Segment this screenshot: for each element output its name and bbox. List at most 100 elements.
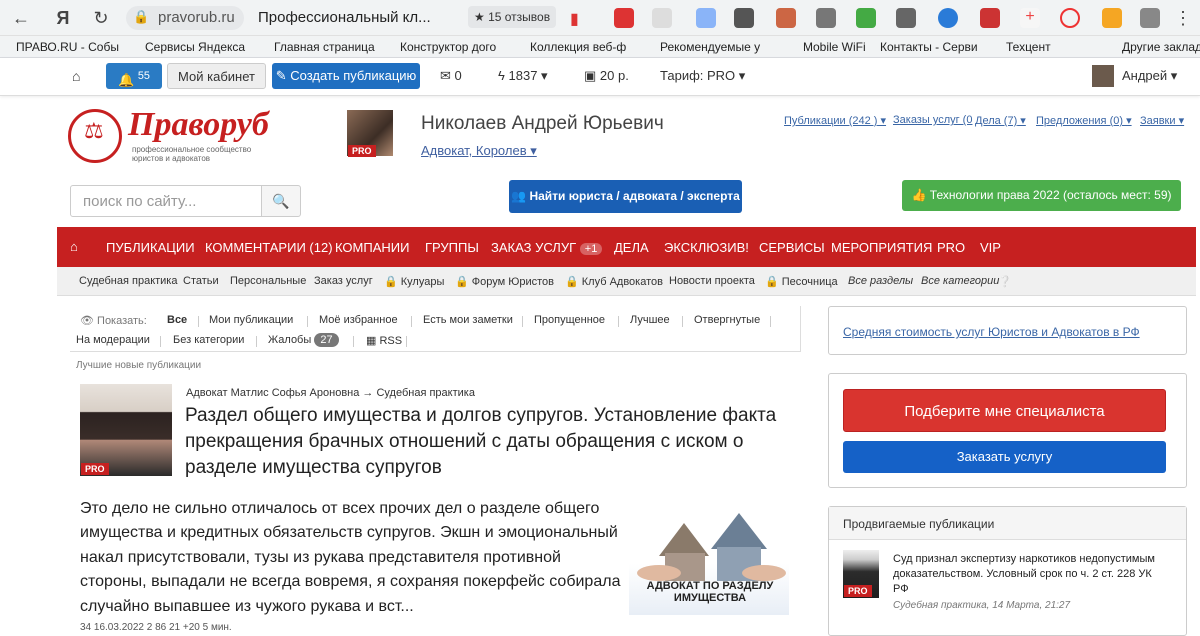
menu-item[interactable]: КОМПАНИИ [335,240,409,255]
balance-link[interactable]: ▣ 20 р. [584,63,629,89]
avatar[interactable] [1092,65,1114,87]
back-icon[interactable]: ← [10,7,32,29]
filter-item[interactable]: Пропущенное [534,314,605,326]
tech-conference-button[interactable]: 👍 Технологии права 2022 (осталось мест: … [902,180,1181,211]
extension-icon[interactable] [696,8,716,28]
submenu-item[interactable]: Заказ услуг [314,275,373,287]
filter-item[interactable]: Лучшее [630,314,670,326]
find-lawyer-button[interactable]: 👥 Найти юриста / адвоката / эксперта [509,180,742,213]
bookmark-item[interactable]: Другие заклад [1122,40,1200,54]
logo-title[interactable]: Праворуб [128,106,269,144]
rss-link[interactable]: ▦ RSS [366,334,402,347]
separator [198,316,199,327]
submenu-item[interactable]: Все разделы [848,275,913,287]
url-text[interactable]: pravorub.ru [158,9,235,26]
filter-item[interactable]: Есть мои заметки [423,314,513,326]
extension-icon[interactable] [1140,8,1160,28]
extension-icon[interactable] [896,8,916,28]
cases-link[interactable]: Дела (7) ▾ [975,114,1026,127]
menu-item[interactable]: ПУБЛИКАЦИИ [106,240,195,255]
submenu-item[interactable]: 🔒 Форум Юристов [455,275,554,288]
tech-conference-label: Технологии права 2022 (осталось мест: 59… [929,188,1172,202]
menu-item[interactable]: ДЕЛА [614,240,649,255]
home-icon[interactable]: ⌂ [70,239,78,254]
bookmark-item[interactable]: Техцент [1006,40,1051,54]
submenu-item[interactable]: Судебная практика [79,275,177,287]
submenu-item[interactable]: Статьи [183,275,219,287]
reload-icon[interactable]: ↻ [90,7,112,29]
offers-link[interactable]: Предложения (0) ▾ [1036,114,1132,127]
menu-item[interactable]: PRO [937,240,965,255]
pro-badge: PRO [81,463,109,475]
extension-icon[interactable] [652,8,672,28]
extension-icon[interactable] [816,8,836,28]
bookmark-item[interactable]: Главная страница [274,40,375,54]
complaints-label: Жалобы [268,334,312,346]
submenu-item[interactable]: 🔒 Кулуары [384,275,444,288]
orders-link[interactable]: Заказы услуг (0 [893,114,972,126]
extension-icon[interactable] [614,8,634,28]
messages-link[interactable]: ✉ 0 [440,63,462,89]
user-menu[interactable]: Андрей ▾ [1122,63,1177,89]
tariff-link[interactable]: Тариф: PRO ▾ [660,63,745,89]
bookmark-item[interactable]: Контакты - Серви [880,40,978,54]
bookmark-item[interactable]: Mobile WiFi [803,40,866,54]
reviews-badge[interactable]: ★ 15 отзывов [468,6,557,28]
article-meta[interactable]: Адвокат Матлис Софья Ароновна → Судебная… [186,387,475,399]
search-icon[interactable]: 🔍 [261,185,301,217]
bookmark-item[interactable]: Конструктор дого [400,40,496,54]
menu-item[interactable]: КОММЕНТАРИИ (12) [205,240,333,255]
extension-icon[interactable] [776,8,796,28]
extension-icon[interactable] [1060,8,1080,28]
author-role[interactable]: Адвокат, Королев ▾ [421,143,537,159]
extension-icon[interactable]: + [1020,8,1040,28]
filter-item[interactable]: На модерации [76,334,150,346]
menu-item[interactable]: ЭКСКЛЮЗИВ! [664,240,749,255]
menu-icon[interactable]: ⋮ [1172,7,1194,29]
submenu-item[interactable]: Все категории [921,275,999,287]
browser-toolbar: ← Я ↻ 🔒 pravorub.ru Профессиональный кл.… [0,0,1200,36]
submenu-item[interactable]: 🔒 Клуб Адвокатов [565,275,663,288]
home-icon[interactable]: ⌂ [72,63,80,89]
menu-item[interactable]: МЕРОПРИЯТИЯ [831,240,932,255]
bookmark-item[interactable]: ПРАВО.RU - Собы [16,40,119,54]
bookmark-item[interactable]: Рекомендуемые у [660,40,760,54]
extension-icon[interactable] [980,8,1000,28]
filter-item[interactable]: Все [167,314,187,326]
submenu-item[interactable]: 🔒 Песочница [765,275,838,288]
pick-specialist-button[interactable]: Подберите мне специалиста [843,389,1166,432]
avg-cost-link[interactable]: Средняя стоимость услуг Юристов и Адвока… [843,325,1140,339]
extension-icon[interactable] [1102,8,1122,28]
bookmark-item[interactable]: Коллекция веб-ф [530,40,626,54]
order-service-button[interactable]: Заказать услугу [843,441,1166,473]
menu-item[interactable]: СЕРВИСЫ [759,240,825,255]
create-publication-button[interactable]: ✎ Создать публикацию [272,63,420,89]
requests-link[interactable]: Заявки ▾ [1140,114,1184,127]
menu-item[interactable]: VIP [980,240,1001,255]
submenu-item[interactable]: Новости проекта [669,275,755,287]
offers-label: Предложения (0) [1036,115,1124,127]
filter-item[interactable]: Без категории [173,334,244,346]
yandex-icon[interactable]: Я [52,7,74,29]
submenu-item[interactable]: Персональные [230,275,306,287]
publications-link[interactable]: Публикации (242 ) ▾ [784,114,886,127]
cabinet-button[interactable]: Мой кабинет [167,63,266,89]
submenu-label: Песочница [781,276,838,288]
filter-item[interactable]: Мои публикации [209,314,293,326]
filter-item[interactable]: Жалобы 27 [268,333,339,347]
filter-item[interactable]: Отвергнутые [694,314,760,326]
rating-link[interactable]: ϟ 1837 ▾ [498,63,548,89]
menu-item[interactable]: ГРУППЫ [425,240,479,255]
promo-publication-link[interactable]: Суд признал экспертизу наркотиков недопу… [893,552,1163,597]
bookmark-icon[interactable]: ▮ [570,9,579,29]
article-title[interactable]: Раздел общего имущества и долгов супруго… [185,403,785,481]
filter-item[interactable]: Моё избранное [319,314,398,326]
notifications-button[interactable]: 🔔 55 [106,63,162,89]
search-input[interactable]: поиск по сайту... [70,185,262,217]
extension-icon[interactable] [856,8,876,28]
extension-icon[interactable] [938,8,958,28]
bookmark-item[interactable]: Сервисы Яндекса [145,40,245,54]
menu-item[interactable]: ЗАКАЗ УСЛУГ +1 [491,240,603,255]
extension-icon[interactable] [734,8,754,28]
help-icon[interactable]: ❔ [998,275,1012,288]
